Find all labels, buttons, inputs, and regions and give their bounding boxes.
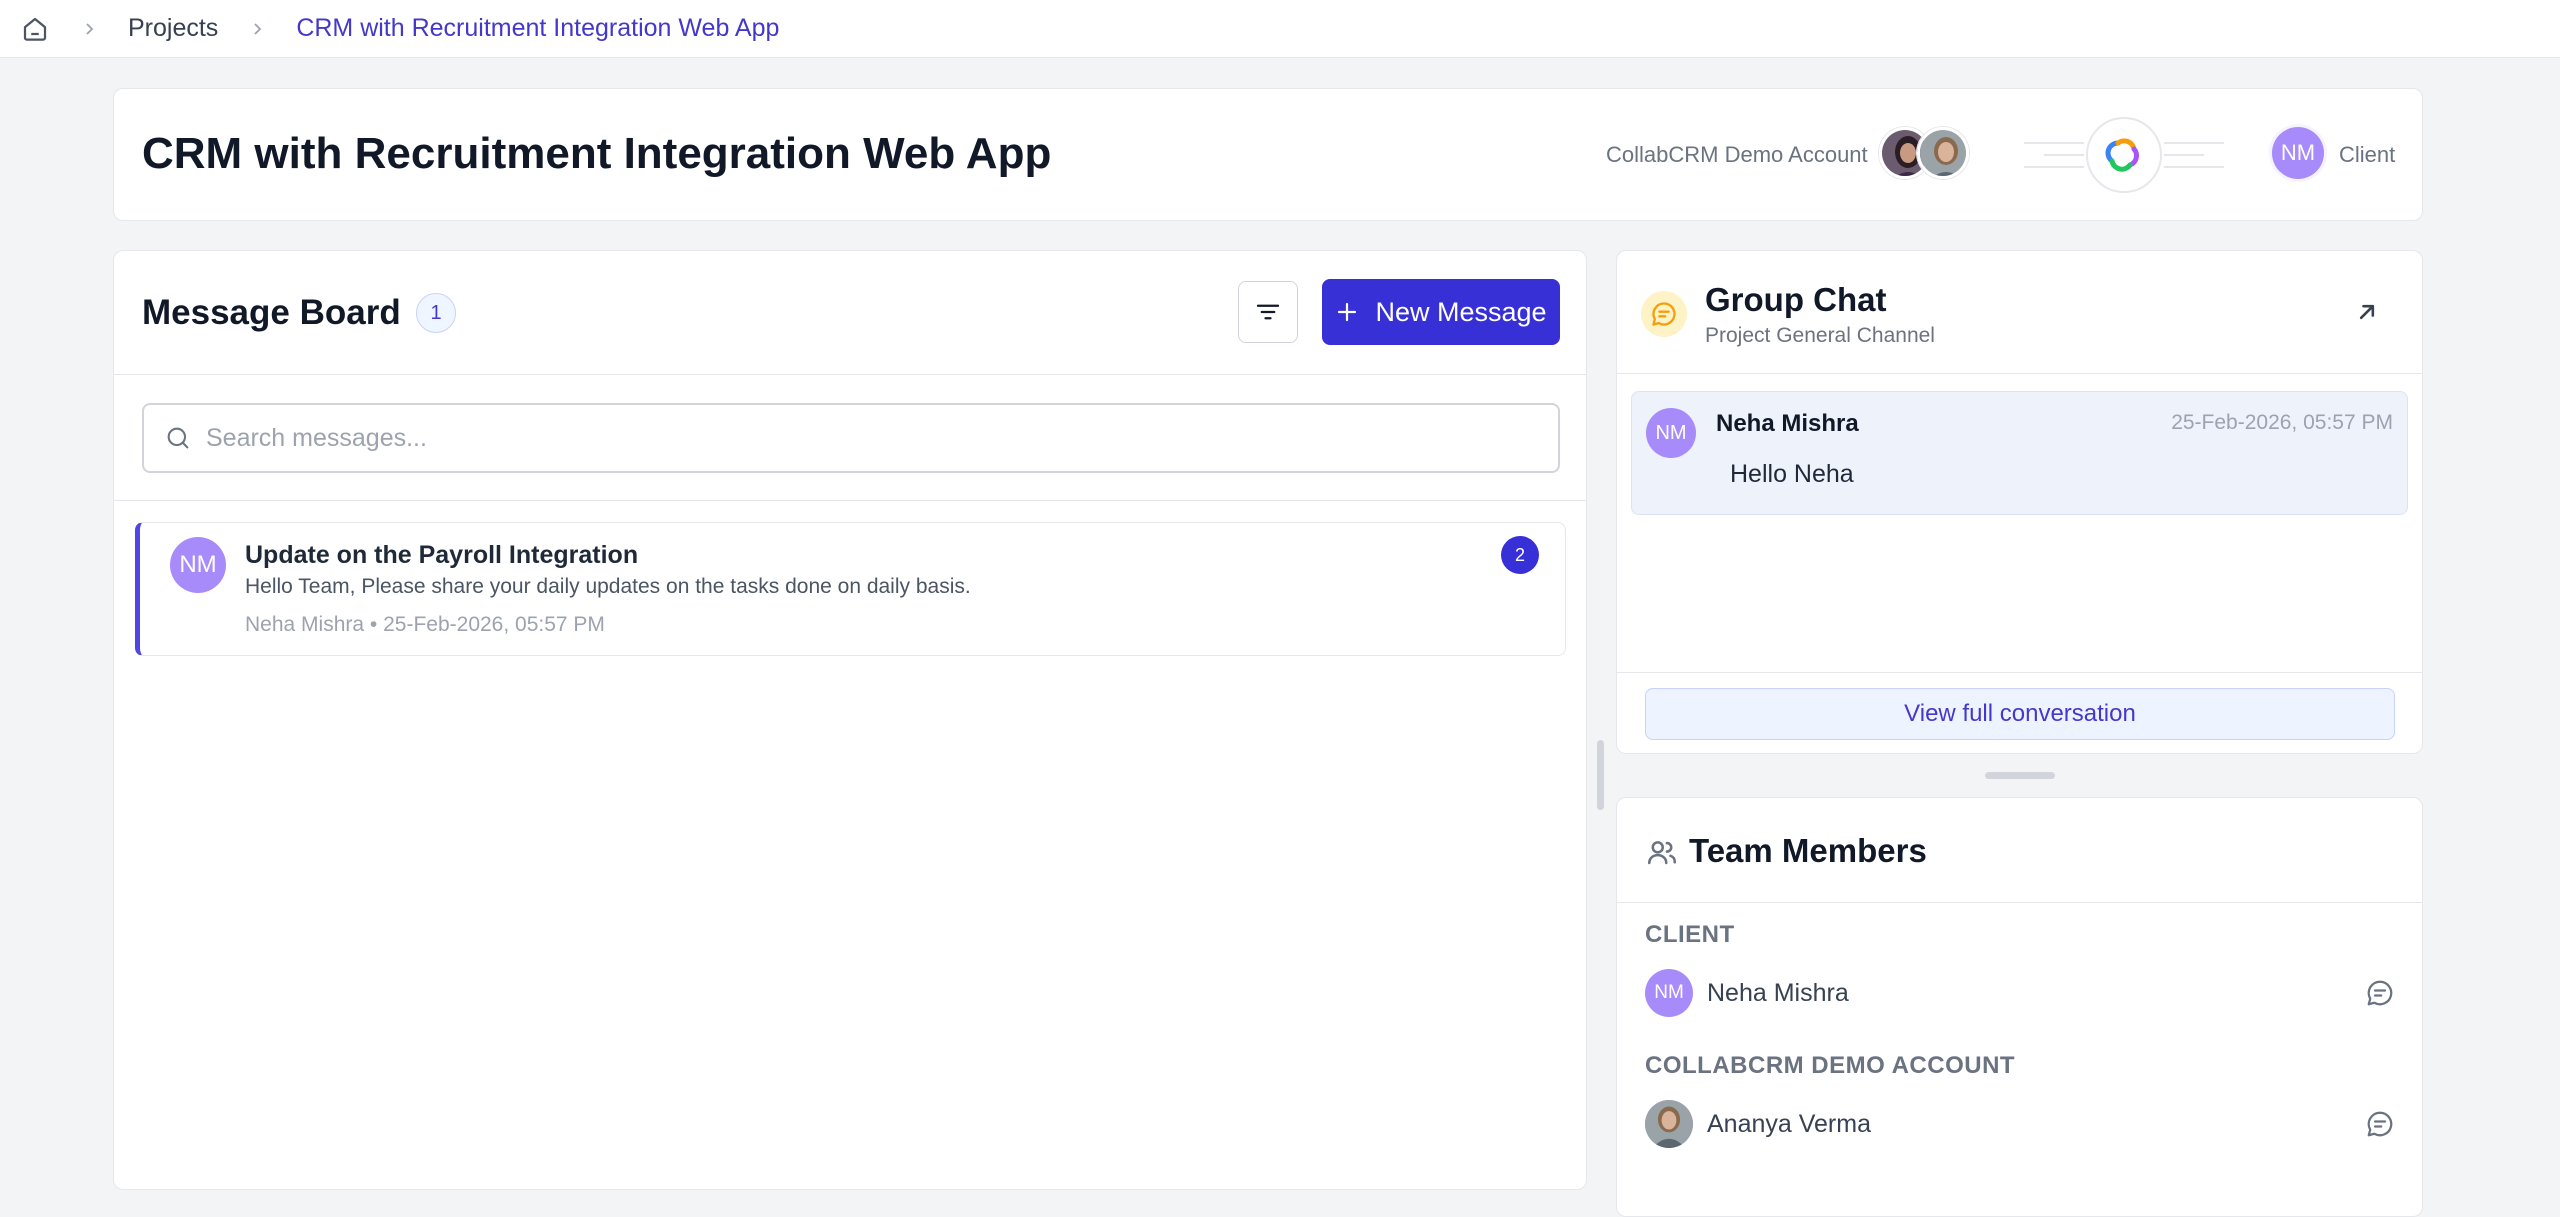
member-row: Ananya Verma <box>1645 1099 2397 1149</box>
sync-logo-icon <box>2024 117 2224 193</box>
member-name: Neha Mishra <box>1707 978 1849 1007</box>
message-member-icon[interactable] <box>2363 1107 2397 1141</box>
filter-icon <box>1256 304 1280 320</box>
message-board-header: Message Board 1 New Message <box>114 251 1586 375</box>
group-chat-title: Group Chat <box>1705 281 1887 318</box>
client-avatar[interactable]: NM <box>2272 127 2324 179</box>
chat-timestamp: 25-Feb-2026, 05:57 PM <box>2171 411 2393 434</box>
home-icon[interactable] <box>20 14 50 44</box>
reply-count-badge: 2 <box>1501 536 1539 574</box>
chat-text: Hello Neha <box>1730 460 1854 488</box>
search-icon <box>167 427 189 449</box>
users-icon <box>1647 841 1677 865</box>
filter-button[interactable] <box>1238 281 1298 343</box>
message-member-icon[interactable] <box>2363 976 2397 1010</box>
breadcrumb-current-project: CRM with Recruitment Integration Web App <box>296 14 780 42</box>
client-label: Client <box>2339 142 2396 167</box>
message-board-title: Message Board <box>142 293 401 332</box>
message-preview: Hello Team, Please share your daily upda… <box>245 575 971 598</box>
search-input[interactable] <box>206 423 1506 453</box>
page-title: CRM with Recruitment Integration Web App <box>142 129 1052 178</box>
expand-arrow-icon[interactable] <box>2350 295 2384 329</box>
chat-message: NM Neha Mishra 25-Feb-2026, 05:57 PM Hel… <box>1631 391 2408 515</box>
chevron-right-icon <box>78 18 100 40</box>
meta-separator: • <box>369 613 378 636</box>
message-meta: Neha Mishra • 25-Feb-2026, 05:57 PM <box>245 613 605 637</box>
team-members-panel: Team Members CLIENT NM Neha Mishra COLLA… <box>1616 797 2423 1217</box>
new-message-button[interactable]: New Message <box>1322 279 1560 345</box>
account-avatar-group[interactable] <box>1879 127 1969 179</box>
chat-icon <box>1641 291 1687 337</box>
message-date: 25-Feb-2026, 05:57 PM <box>383 613 605 636</box>
member-group-label: CLIENT <box>1645 921 1735 948</box>
team-members-title: Team Members <box>1689 832 1927 869</box>
message-list-item[interactable]: NM Update on the Payroll Integration Hel… <box>135 522 1566 656</box>
avatar: NM <box>170 537 226 593</box>
plus-icon <box>1338 302 1357 322</box>
panel-resize-handle[interactable] <box>1985 772 2055 779</box>
avatar <box>1645 1100 1693 1148</box>
message-board-panel: Message Board 1 New Message NM Update on… <box>113 250 1587 1190</box>
top-bar: Projects CRM with Recruitment Integratio… <box>0 0 2560 58</box>
group-chat-panel: Group Chat Project General Channel NM Ne… <box>1616 250 2423 754</box>
divider <box>1617 672 2422 673</box>
avatar[interactable] <box>1917 127 1969 179</box>
member-group-label: COLLABCRM DEMO ACCOUNT <box>1645 1052 2016 1079</box>
avatar: NM <box>1646 408 1696 458</box>
divider <box>1617 373 2422 374</box>
project-header: CRM with Recruitment Integration Web App… <box>113 88 2423 221</box>
new-message-label: New Message <box>1375 296 1547 327</box>
search-box[interactable] <box>142 403 1560 473</box>
view-full-conversation-button[interactable]: View full conversation <box>1645 688 2395 740</box>
message-title: Update on the Payroll Integration <box>245 541 639 569</box>
account-label: CollabCRM Demo Account <box>1606 142 1868 167</box>
group-chat-subtitle: Project General Channel <box>1705 324 1935 347</box>
message-author: Neha Mishra <box>245 613 365 636</box>
chevron-right-icon <box>246 18 268 40</box>
chat-sender-name: Neha Mishra <box>1716 410 1859 437</box>
breadcrumb-projects[interactable]: Projects <box>128 14 218 43</box>
divider <box>1617 902 2422 903</box>
member-name: Ananya Verma <box>1707 1109 1871 1138</box>
message-count-badge: 1 <box>416 293 456 333</box>
member-row: NM Neha Mishra <box>1645 968 2397 1018</box>
panel-resize-handle[interactable] <box>1597 740 1604 810</box>
avatar: NM <box>1645 969 1693 1017</box>
search-area <box>114 375 1586 501</box>
